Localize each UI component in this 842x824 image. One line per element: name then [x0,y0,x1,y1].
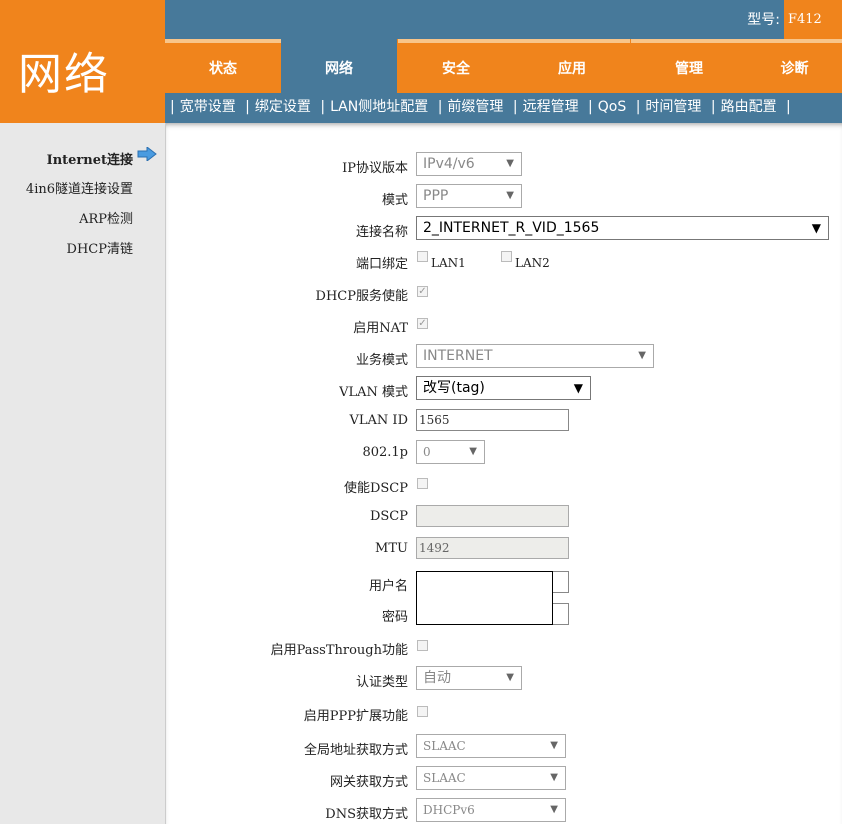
chevron-down-icon: ▼ [506,672,514,683]
dscp-enable-label: 使能DSCP [343,481,408,496]
subnav-lan-address[interactable]: LAN侧地址配置 [330,99,428,115]
tab-diagnosis[interactable]: 诊断 [747,39,842,93]
vlan-id-input[interactable]: 1565 [416,409,569,431]
chevron-down-icon: ▼ [811,221,821,235]
credential-overlay [416,571,553,625]
chevron-down-icon: ▼ [573,381,583,395]
subnav-remote[interactable]: 远程管理 [523,99,579,115]
subnav-broadband[interactable]: 宽带设置 [180,99,236,115]
chevron-down-icon: ▼ [638,350,646,361]
tab-security[interactable]: 安全 [398,39,514,93]
sidebar-item-4in6[interactable]: 4in6隧道连接设置 [26,178,133,197]
dscp-enable-checkbox[interactable] [417,478,428,489]
mtu-input: 1492 [416,537,569,559]
top-bar: 型号: F412 [165,0,842,39]
nat-label: 启用NAT [353,321,408,336]
lan1-checkbox[interactable] [417,251,428,262]
sidebar-item-arp[interactable]: ARP检测 [79,208,133,227]
username-label: 用户名 [368,579,408,594]
vlan-mode-select[interactable]: 改写(tag) ▼ [416,376,591,400]
sidebar-item-dhcp[interactable]: DHCP清链 [67,238,133,257]
tab-status[interactable]: 状态 [165,39,281,93]
chevron-down-icon: ▼ [550,804,558,815]
gateway-label: 网关获取方式 [329,775,408,790]
model-label: 型号: [747,12,780,28]
right-arrow-icon [137,147,157,161]
password-label: 密码 [381,610,408,625]
connection-name-label: 连接名称 [355,225,408,240]
ip-protocol-label: IP协议版本 [342,161,408,176]
chevron-down-icon: ▼ [506,190,514,201]
subnav-binding[interactable]: 绑定设置 [255,99,311,115]
tab-management[interactable]: 管理 [631,39,747,93]
dns-select[interactable]: DHCPv6 ▼ [416,798,566,822]
vlan-id-label: VLAN ID [349,413,408,428]
lan2-checkbox[interactable] [501,251,512,262]
subnav-prefix[interactable]: 前缀管理 [447,99,503,115]
global-addr-select[interactable]: SLAAC ▼ [416,734,566,758]
mode-label: 模式 [381,193,408,208]
connection-name-select[interactable]: 2_INTERNET_R_VID_1565 ▼ [416,216,829,240]
passthrough-label: 启用PassThrough功能 [270,643,408,658]
port-binding-label: 端口绑定 [355,257,408,272]
dot1p-select[interactable]: 0 ▼ [416,440,485,464]
vlan-mode-label: VLAN 模式 [339,385,408,400]
tab-network[interactable]: 网络 [281,39,397,93]
chevron-down-icon: ▼ [506,158,514,169]
nat-checkbox[interactable]: ✓ [417,318,428,329]
sidebar: Internet连接 4in6隧道连接设置 ARP检测 DHCP清链 [0,123,165,824]
ip-protocol-select[interactable]: IPv4/v6 ▼ [416,152,522,176]
ppp-ext-checkbox[interactable] [417,706,428,717]
dscp-label: DSCP [369,509,408,524]
mtu-label: MTU [375,541,408,556]
gateway-select[interactable]: SLAAC ▼ [416,766,566,790]
dscp-input [416,505,569,527]
sub-nav: | 宽带设置 | 绑定设置 | LAN侧地址配置 | 前缀管理 | 远程管理 | QoS |… [165,93,842,123]
dot1p-label: 802.1p [362,445,408,460]
subnav-qos[interactable]: QoS [598,99,626,115]
lan1-label: LAN1 [431,256,466,270]
chevron-down-icon: ▼ [550,772,558,783]
main-tabs: 状态 网络 安全 应用 管理 诊断 [165,39,842,93]
dns-label: DNS获取方式 [325,807,408,822]
tab-application[interactable]: 应用 [514,39,630,93]
lan2-label: LAN2 [515,256,550,270]
ppp-ext-label: 启用PPP扩展功能 [303,709,408,724]
section-title: 网络 [18,49,110,100]
chevron-down-icon: ▼ [550,740,558,751]
subnav-routing[interactable]: 路由配置 [721,99,777,115]
mode-select[interactable]: PPP ▼ [416,184,522,208]
service-mode-select[interactable]: INTERNET ▼ [416,344,654,368]
dhcp-service-label: DHCP服务使能 [315,289,408,304]
passthrough-checkbox[interactable] [417,640,428,651]
sidebar-item-internet[interactable]: Internet连接 [47,149,133,168]
chevron-down-icon: ▼ [469,446,477,457]
brand-block: 网络 [0,0,165,123]
global-addr-label: 全局地址获取方式 [303,743,408,758]
auth-type-select[interactable]: 自动 ▼ [416,666,522,690]
subnav-time[interactable]: 时间管理 [645,99,701,115]
auth-type-label: 认证类型 [355,675,408,690]
model-value: F412 [784,0,842,39]
dhcp-service-checkbox[interactable]: ✓ [417,286,428,297]
service-mode-label: 业务模式 [355,353,408,368]
